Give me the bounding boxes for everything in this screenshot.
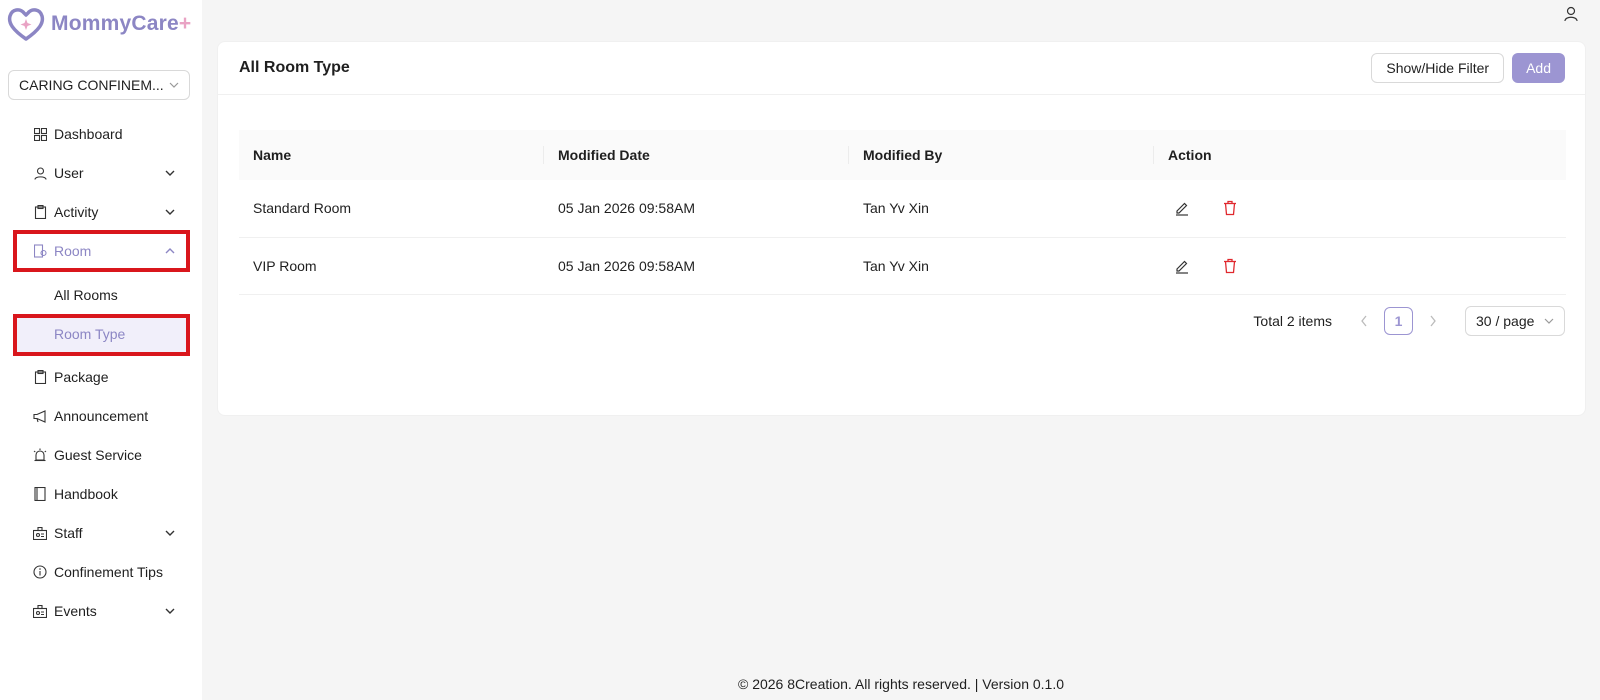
chevron-down-icon [1544, 318, 1554, 324]
table-row: VIP Room 05 Jan 2026 09:58AM Tan Yv Xin [239, 237, 1566, 295]
user-account-icon[interactable] [1563, 6, 1579, 22]
sidebar-subitem-all-rooms[interactable]: All Rooms [14, 277, 190, 313]
sidebar-item-confinement-tips[interactable]: Confinement Tips [14, 554, 190, 590]
page-size-value: 30 / page [1476, 313, 1535, 329]
sidebar-item-label: Staff [54, 525, 83, 541]
next-page-icon[interactable] [1421, 307, 1445, 335]
column-header-modified-by: Modified By [849, 130, 1154, 180]
badge-icon [33, 526, 47, 540]
sidebar: MommyCare+ CARING CONFINEM... Dashboard … [0, 0, 202, 700]
delete-icon[interactable] [1222, 200, 1238, 216]
pagination-total: Total 2 items [1253, 313, 1332, 329]
table-row: Standard Room 05 Jan 2026 09:58AM Tan Yv… [239, 180, 1566, 238]
chevron-up-icon [165, 248, 175, 254]
sidebar-item-user[interactable]: User [14, 155, 190, 191]
dashboard-icon [33, 127, 47, 141]
chevron-down-icon [165, 170, 175, 176]
edit-icon[interactable] [1174, 200, 1190, 216]
info-icon [33, 565, 47, 579]
chevron-down-icon [165, 608, 175, 614]
megaphone-icon [33, 409, 47, 423]
cell-modified-by: Tan Yv Xin [849, 237, 1154, 295]
app-name: MommyCare+ [51, 12, 192, 35]
heart-logo-icon [7, 8, 45, 41]
sidebar-item-label: Confinement Tips [54, 564, 163, 580]
cell-modified-by: Tan Yv Xin [849, 180, 1154, 238]
sidebar-item-room[interactable]: Room [14, 233, 190, 269]
footer-copyright: © 2026 8Creation. All rights reserved. |… [737, 676, 1065, 692]
cell-modified-date: 05 Jan 2026 09:58AM [544, 180, 849, 238]
sidebar-item-events[interactable]: Events [14, 593, 190, 629]
room-icon [33, 244, 47, 258]
organization-select[interactable]: CARING CONFINEM... [8, 70, 190, 100]
cell-action [1154, 237, 1566, 295]
user-icon [33, 166, 47, 180]
sidebar-item-label: Activity [54, 204, 99, 220]
delete-icon[interactable] [1222, 258, 1238, 274]
clipboard-icon [33, 370, 47, 384]
sidebar-item-staff[interactable]: Staff [14, 515, 190, 551]
card-header: All Room Type Show/Hide Filter Add [218, 42, 1585, 95]
show-hide-filter-button[interactable]: Show/Hide Filter [1371, 53, 1505, 83]
column-header-name: Name [239, 130, 544, 180]
sidebar-item-dashboard[interactable]: Dashboard [14, 116, 190, 152]
sidebar-item-activity[interactable]: Activity [14, 194, 190, 230]
app-logo[interactable]: MommyCare+ [7, 6, 191, 42]
cell-name: Standard Room [239, 180, 544, 238]
clipboard-icon [33, 205, 47, 219]
sidebar-item-label: User [54, 165, 84, 181]
room-type-card: All Room Type Show/Hide Filter Add Name … [217, 41, 1586, 416]
table-header-row: Name Modified Date Modified By Action [239, 130, 1566, 180]
edit-icon[interactable] [1174, 258, 1190, 274]
page-title: All Room Type [239, 59, 350, 76]
sidebar-item-announcement[interactable]: Announcement [14, 398, 190, 434]
page-size-select[interactable]: 30 / page [1465, 306, 1565, 336]
badge-icon [33, 604, 47, 618]
sidebar-item-label: Dashboard [54, 126, 123, 142]
page-number-button[interactable]: 1 [1384, 307, 1413, 335]
organization-select-value: CARING CONFINEM... [19, 77, 164, 93]
sidebar-subitem-room-type[interactable]: Room Type [14, 316, 190, 352]
chevron-down-icon [169, 82, 179, 88]
sidebar-item-handbook[interactable]: Handbook [14, 476, 190, 512]
room-type-table: Name Modified Date Modified By Action St… [239, 130, 1566, 295]
sidebar-item-label: Guest Service [54, 447, 142, 463]
cell-modified-date: 05 Jan 2026 09:58AM [544, 237, 849, 295]
column-header-modified-date: Modified Date [544, 130, 849, 180]
prev-page-icon[interactable] [1352, 307, 1376, 335]
alarm-icon [33, 448, 47, 462]
cell-name: VIP Room [239, 237, 544, 295]
book-icon [33, 487, 47, 501]
sidebar-item-guest-service[interactable]: Guest Service [14, 437, 190, 473]
sidebar-item-package[interactable]: Package [14, 359, 190, 395]
pagination: Total 2 items 1 30 / page [1253, 306, 1565, 336]
cell-action [1154, 180, 1566, 238]
sidebar-item-label: Room [54, 243, 92, 259]
chevron-down-icon [165, 209, 175, 215]
sidebar-item-label: Package [54, 369, 109, 385]
sidebar-subitem-label: Room Type [54, 326, 126, 342]
sidebar-subitem-label: All Rooms [54, 287, 118, 303]
sidebar-item-label: Announcement [54, 408, 149, 424]
column-header-action: Action [1168, 147, 1212, 163]
sidebar-item-label: Handbook [54, 486, 118, 502]
sidebar-item-label: Events [54, 603, 97, 619]
chevron-down-icon [165, 530, 175, 536]
add-button[interactable]: Add [1512, 53, 1565, 83]
